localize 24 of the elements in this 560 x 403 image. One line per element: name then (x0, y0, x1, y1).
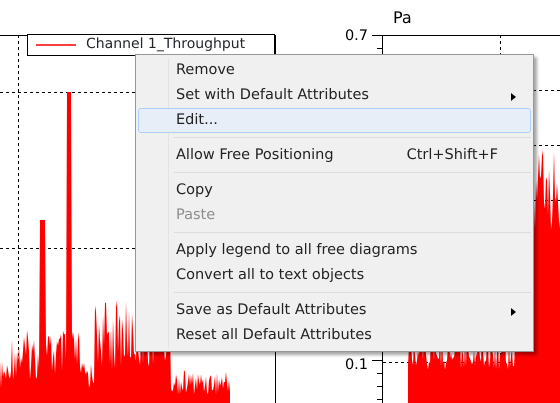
menu-item[interactable]: Set with Default Attributes (138, 83, 531, 108)
menu-item[interactable]: Edit... (138, 108, 531, 133)
menu-item-label: Reset all Default Attributes (176, 326, 372, 345)
menu-item-label: Apply legend to all free diagrams (176, 240, 418, 260)
menu-item[interactable]: Convert all to text objects (138, 263, 531, 288)
menu-item-label: Copy (176, 180, 213, 200)
menu-item-label: Set with Default Attributes (176, 86, 369, 105)
menu-item-label: Paste (176, 206, 216, 225)
menu-item[interactable]: Apply legend to all free diagrams (138, 238, 531, 263)
shortcut-label: Ctrl+Shift+F (406, 146, 498, 165)
axis-unit-label: Pa (393, 8, 412, 27)
menu-item-label: Save as Default Attributes (176, 300, 366, 320)
menu-item-label: Edit... (176, 110, 218, 130)
menu-item[interactable]: Copy (138, 178, 531, 203)
menu-item[interactable]: Remove (138, 58, 531, 83)
axis-tick-label: 0.1 (344, 357, 368, 373)
menu-item-label: Remove (176, 60, 235, 80)
menu-item-label: Allow Free Positioning (176, 146, 334, 165)
menu-item[interactable]: Allow Free Positioning Ctrl+Shift+F (138, 143, 531, 168)
axis-tick-label: 0.7 (344, 28, 368, 44)
menu-item[interactable]: Reset all Default Attributes (138, 323, 531, 348)
menu-item-label: Convert all to text objects (176, 266, 364, 285)
legend-label: Channel 1_Throughput (86, 36, 246, 53)
menu-item[interactable]: Save as Default Attributes (138, 298, 531, 323)
